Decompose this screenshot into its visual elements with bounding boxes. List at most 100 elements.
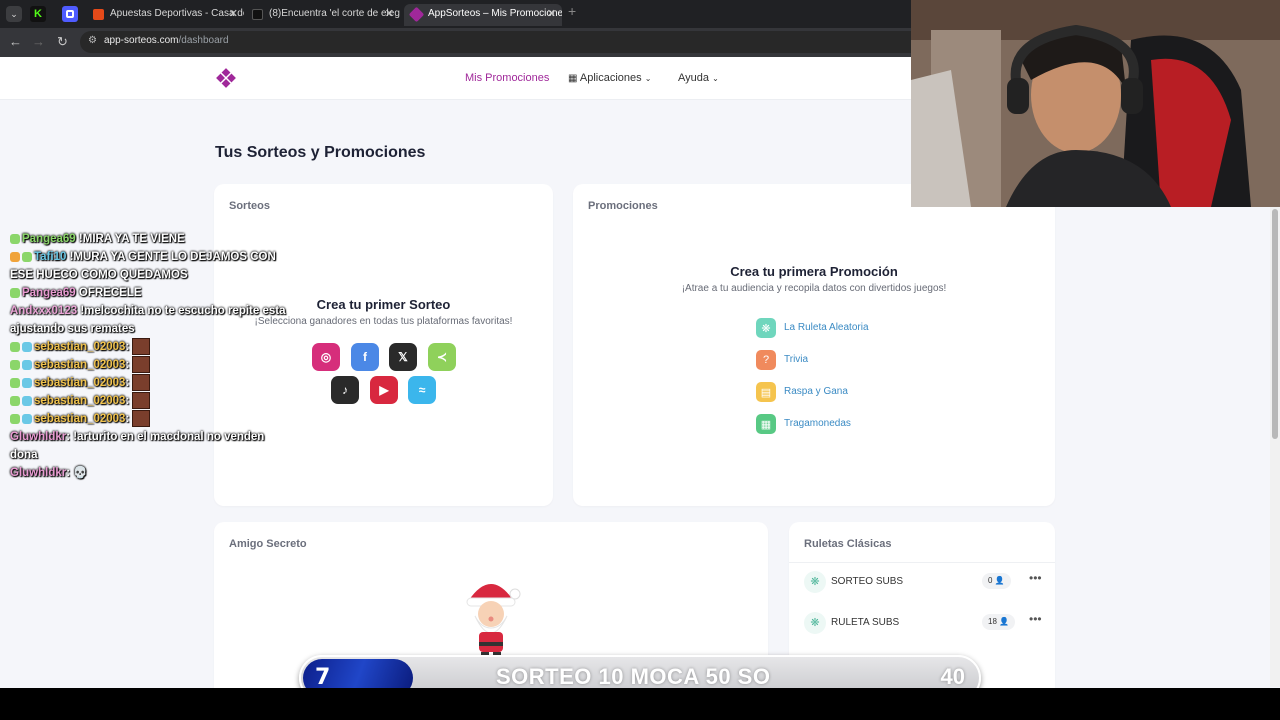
emote-icon	[132, 410, 151, 428]
wheel-icon: ❋	[804, 571, 826, 593]
user-icon: 👤	[999, 617, 1010, 626]
page-title: Tus Sorteos y Promociones	[215, 144, 426, 161]
sword-icon	[22, 359, 32, 370]
ticker-count: 40	[940, 664, 965, 689]
nav-mis-promociones[interactable]: Mis Promociones	[465, 72, 549, 84]
card-title: Ruletas Clásicas	[804, 538, 892, 550]
emote-icon	[132, 392, 151, 410]
chat-message: !melcochita no te escucho repite esta	[80, 305, 286, 317]
webcam-image	[911, 0, 1280, 207]
tab-apuestas[interactable]: Apuestas Deportivas - Casa de ✕	[86, 4, 244, 26]
chat-username: sebastian_02003	[34, 341, 126, 353]
close-icon[interactable]: ✕	[385, 4, 394, 24]
tab-favicon	[408, 6, 425, 23]
tab-tiktok[interactable]: (8)Encuentra 'el corte de elega ✕	[245, 4, 400, 26]
chat-username: Andxxx0123	[10, 305, 78, 317]
badge-icon	[22, 251, 32, 262]
tab-title: AppSorteos – Mis Promociones	[428, 8, 562, 19]
tab-title: Apuestas Deportivas - Casa de	[110, 8, 244, 19]
logo-icon[interactable]	[215, 67, 237, 89]
nav-aplicaciones-label: Aplicaciones	[579, 72, 642, 84]
badge-icon	[10, 395, 20, 406]
tiktok-icon	[252, 9, 263, 20]
badge-icon	[10, 233, 20, 244]
chat-message: dona	[10, 449, 38, 461]
close-icon[interactable]: ✕	[547, 4, 556, 24]
question-icon: ?	[756, 350, 776, 370]
nav-ayuda-label: Ayuda	[678, 72, 709, 84]
chat-message: !arturito en el macdonal no venden	[73, 431, 265, 443]
scrollbar-thumb[interactable]	[1272, 209, 1278, 439]
emote-icon	[132, 374, 151, 392]
more-options-icon[interactable]: •••	[1029, 571, 1042, 585]
santa-icon	[466, 584, 521, 658]
sword-icon	[22, 395, 32, 406]
chat-message: OFRECELE	[78, 287, 142, 299]
promo-label: Tragamonedas	[784, 418, 851, 429]
participants-badge: 0 👤	[982, 573, 1011, 589]
chat-message: ajustando sus remates	[10, 323, 135, 335]
promo-label: Raspa y Gana	[784, 386, 848, 397]
chevron-down-icon: ⌄	[644, 74, 652, 83]
chat-username: Tafi10	[34, 251, 67, 263]
reload-icon[interactable]: ↻	[57, 34, 68, 50]
instagram-icon[interactable]: ◎	[312, 343, 340, 371]
tab-search-icon[interactable]: ⌄	[6, 6, 22, 22]
emote-icon	[132, 356, 151, 374]
card-title: Sorteos	[229, 200, 270, 212]
sword-icon	[22, 413, 32, 424]
chat-username: Gluwhldkr	[10, 431, 67, 443]
chat-username: sebastian_02003	[34, 377, 126, 389]
new-tab-icon[interactable]: +	[568, 3, 576, 19]
badge-icon	[10, 377, 20, 388]
forward-icon[interactable]: →	[32, 34, 45, 49]
promociones-cta-subtitle: ¡Atrae a tu audiencia y recopila datos c…	[681, 283, 947, 294]
chevron-down-icon: ⌄	[712, 74, 719, 83]
user-icon: 👤	[994, 576, 1005, 585]
promociones-card: Promociones Crea tu primera Promoción ¡A…	[573, 184, 1055, 506]
x-icon[interactable]: 𝕏	[389, 343, 417, 371]
tiktok-icon[interactable]: ♪	[331, 376, 359, 404]
ruleta-row[interactable]: ❋ RULETA SUBS 18 👤 •••	[789, 603, 1055, 643]
pinned-tab-kick[interactable]: K	[30, 6, 46, 22]
youtube-icon[interactable]: ▶	[370, 376, 398, 404]
emote-icon	[132, 338, 151, 356]
promo-label: La Ruleta Aleatoria	[784, 322, 869, 333]
ticket-icon: ▤	[756, 382, 776, 402]
card-title: Amigo Secreto	[229, 538, 307, 550]
badge-icon	[10, 251, 20, 262]
bluesky-icon[interactable]: ≈	[408, 376, 436, 404]
webcam-overlay	[911, 0, 1280, 207]
promociones-cta-title[interactable]: Crea tu primera Promoción	[573, 264, 1055, 279]
tab-title: (8)Encuentra 'el corte de elega	[269, 8, 400, 19]
grid-icon: ▦	[568, 73, 578, 84]
nav-aplicaciones[interactable]: ▦ Aplicaciones ⌄	[568, 72, 651, 84]
facebook-icon[interactable]: f	[351, 343, 379, 371]
ruleta-row[interactable]: ❋ SORTEO SUBS 0 👤 •••	[789, 562, 1055, 602]
nav-ayuda[interactable]: Ayuda ⌄	[678, 72, 719, 84]
chat-username: sebastian_02003	[34, 359, 126, 371]
sorteos-card: Sorteos Crea tu primer Sorteo ¡Seleccion…	[214, 184, 553, 506]
more-options-icon[interactable]: •••	[1029, 612, 1042, 626]
badge-icon	[10, 287, 20, 298]
promo-label: Trivia	[784, 354, 809, 365]
wheel-icon: ❋	[804, 612, 826, 634]
close-icon[interactable]: ✕	[229, 4, 238, 24]
page-scrollbar[interactable]	[1270, 207, 1280, 687]
participants-badge: 18 👤	[982, 614, 1016, 630]
tab-favicon	[93, 9, 104, 20]
chat-username: sebastian_02003	[34, 395, 126, 407]
badge-icon	[10, 413, 20, 424]
chat-username: Gluwhldkr	[10, 467, 67, 479]
pinned-tab-app[interactable]	[62, 6, 78, 22]
address-bar[interactable]: ⚙ app-sorteos.com/dashboard	[80, 31, 960, 53]
badge-icon	[10, 341, 20, 352]
ticker-text: SORTEO 10 MOCA 50 SO	[496, 664, 771, 689]
site-info-icon[interactable]: ⚙	[88, 35, 97, 46]
tab-appsorteos[interactable]: AppSorteos – Mis Promociones ✕	[404, 4, 562, 26]
back-icon[interactable]: ←	[9, 34, 22, 49]
card-title: Promociones	[588, 200, 658, 212]
chat-username: Pangea69	[22, 287, 76, 299]
share-icon[interactable]: ≺	[428, 343, 456, 371]
slot-machine-icon: ▦	[756, 414, 776, 434]
